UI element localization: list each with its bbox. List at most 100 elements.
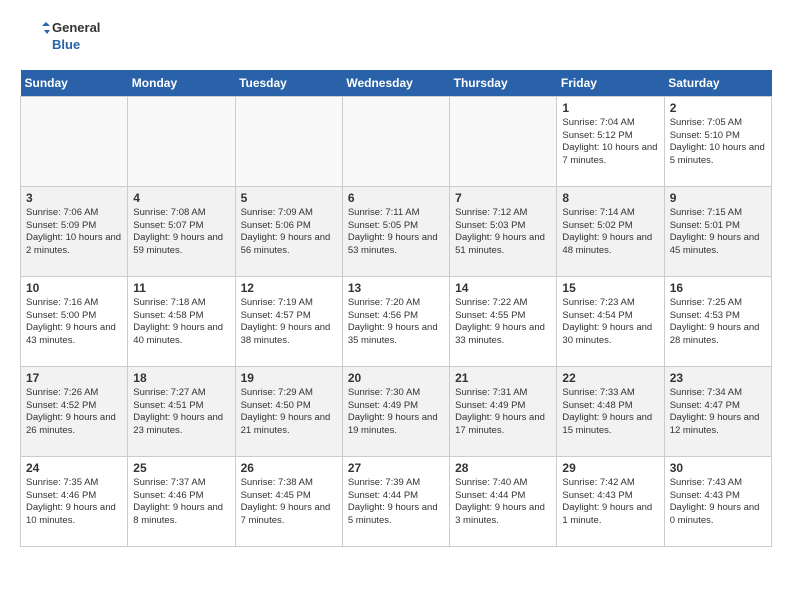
calendar-cell: 21 Sunrise: 7:31 AMSunset: 4:49 PMDaylig… — [450, 366, 557, 456]
day-number: 14 — [455, 281, 551, 295]
calendar-cell: 26 Sunrise: 7:38 AMSunset: 4:45 PMDaylig… — [235, 456, 342, 546]
calendar-cell: 16 Sunrise: 7:25 AMSunset: 4:53 PMDaylig… — [664, 276, 771, 366]
calendar-cell: 14 Sunrise: 7:22 AMSunset: 4:55 PMDaylig… — [450, 276, 557, 366]
cell-text: Sunrise: 7:14 AMSunset: 5:02 PMDaylight:… — [562, 207, 652, 256]
calendar-cell: 4 Sunrise: 7:08 AMSunset: 5:07 PMDayligh… — [128, 186, 235, 276]
cell-text: Sunrise: 7:31 AMSunset: 4:49 PMDaylight:… — [455, 387, 545, 436]
cell-text: Sunrise: 7:35 AMSunset: 4:46 PMDaylight:… — [26, 477, 116, 526]
cell-text: Sunrise: 7:37 AMSunset: 4:46 PMDaylight:… — [133, 477, 223, 526]
cell-text: Sunrise: 7:15 AMSunset: 5:01 PMDaylight:… — [670, 207, 760, 256]
day-number: 21 — [455, 371, 551, 385]
cell-text: Sunrise: 7:43 AMSunset: 4:43 PMDaylight:… — [670, 477, 760, 526]
cell-text: Sunrise: 7:04 AMSunset: 5:12 PMDaylight:… — [562, 117, 657, 166]
calendar-cell — [235, 96, 342, 186]
logo-bird-icon — [20, 22, 50, 52]
day-header-sunday: Sunday — [21, 70, 128, 97]
logo-line1: General — [52, 20, 100, 37]
cell-text: Sunrise: 7:42 AMSunset: 4:43 PMDaylight:… — [562, 477, 652, 526]
cell-text: Sunrise: 7:40 AMSunset: 4:44 PMDaylight:… — [455, 477, 545, 526]
calendar-week-row: 3 Sunrise: 7:06 AMSunset: 5:09 PMDayligh… — [21, 186, 772, 276]
calendar-cell: 24 Sunrise: 7:35 AMSunset: 4:46 PMDaylig… — [21, 456, 128, 546]
cell-text: Sunrise: 7:23 AMSunset: 4:54 PMDaylight:… — [562, 297, 652, 346]
cell-text: Sunrise: 7:06 AMSunset: 5:09 PMDaylight:… — [26, 207, 121, 256]
day-number: 18 — [133, 371, 229, 385]
cell-text: Sunrise: 7:33 AMSunset: 4:48 PMDaylight:… — [562, 387, 652, 436]
day-number: 5 — [241, 191, 337, 205]
day-number: 20 — [348, 371, 444, 385]
calendar-cell: 10 Sunrise: 7:16 AMSunset: 5:00 PMDaylig… — [21, 276, 128, 366]
day-header-thursday: Thursday — [450, 70, 557, 97]
day-number: 12 — [241, 281, 337, 295]
cell-text: Sunrise: 7:25 AMSunset: 4:53 PMDaylight:… — [670, 297, 760, 346]
day-number: 10 — [26, 281, 122, 295]
day-number: 3 — [26, 191, 122, 205]
calendar-cell — [342, 96, 449, 186]
calendar-cell: 18 Sunrise: 7:27 AMSunset: 4:51 PMDaylig… — [128, 366, 235, 456]
calendar-cell: 2 Sunrise: 7:05 AMSunset: 5:10 PMDayligh… — [664, 96, 771, 186]
calendar-table: SundayMondayTuesdayWednesdayThursdayFrid… — [20, 70, 772, 547]
day-number: 16 — [670, 281, 766, 295]
calendar-cell: 15 Sunrise: 7:23 AMSunset: 4:54 PMDaylig… — [557, 276, 664, 366]
day-number: 7 — [455, 191, 551, 205]
cell-text: Sunrise: 7:09 AMSunset: 5:06 PMDaylight:… — [241, 207, 331, 256]
calendar-cell: 11 Sunrise: 7:18 AMSunset: 4:58 PMDaylig… — [128, 276, 235, 366]
calendar-cell: 19 Sunrise: 7:29 AMSunset: 4:50 PMDaylig… — [235, 366, 342, 456]
day-number: 28 — [455, 461, 551, 475]
cell-text: Sunrise: 7:12 AMSunset: 5:03 PMDaylight:… — [455, 207, 545, 256]
day-number: 25 — [133, 461, 229, 475]
day-number: 17 — [26, 371, 122, 385]
day-header-saturday: Saturday — [664, 70, 771, 97]
calendar-cell: 23 Sunrise: 7:34 AMSunset: 4:47 PMDaylig… — [664, 366, 771, 456]
day-number: 2 — [670, 101, 766, 115]
logo-text: General Blue — [52, 20, 100, 54]
calendar-cell: 7 Sunrise: 7:12 AMSunset: 5:03 PMDayligh… — [450, 186, 557, 276]
calendar-week-row: 1 Sunrise: 7:04 AMSunset: 5:12 PMDayligh… — [21, 96, 772, 186]
day-number: 29 — [562, 461, 658, 475]
calendar-cell: 22 Sunrise: 7:33 AMSunset: 4:48 PMDaylig… — [557, 366, 664, 456]
day-number: 24 — [26, 461, 122, 475]
calendar-cell — [450, 96, 557, 186]
cell-text: Sunrise: 7:16 AMSunset: 5:00 PMDaylight:… — [26, 297, 116, 346]
cell-text: Sunrise: 7:20 AMSunset: 4:56 PMDaylight:… — [348, 297, 438, 346]
logo-line2: Blue — [52, 37, 100, 54]
calendar-cell: 25 Sunrise: 7:37 AMSunset: 4:46 PMDaylig… — [128, 456, 235, 546]
calendar-week-row: 24 Sunrise: 7:35 AMSunset: 4:46 PMDaylig… — [21, 456, 772, 546]
calendar-cell: 20 Sunrise: 7:30 AMSunset: 4:49 PMDaylig… — [342, 366, 449, 456]
cell-text: Sunrise: 7:27 AMSunset: 4:51 PMDaylight:… — [133, 387, 223, 436]
cell-text: Sunrise: 7:18 AMSunset: 4:58 PMDaylight:… — [133, 297, 223, 346]
calendar-cell: 8 Sunrise: 7:14 AMSunset: 5:02 PMDayligh… — [557, 186, 664, 276]
day-number: 26 — [241, 461, 337, 475]
page-header: General Blue — [20, 20, 772, 54]
day-number: 4 — [133, 191, 229, 205]
cell-text: Sunrise: 7:30 AMSunset: 4:49 PMDaylight:… — [348, 387, 438, 436]
cell-text: Sunrise: 7:08 AMSunset: 5:07 PMDaylight:… — [133, 207, 223, 256]
day-number: 8 — [562, 191, 658, 205]
calendar-header-row: SundayMondayTuesdayWednesdayThursdayFrid… — [21, 70, 772, 97]
calendar-cell: 29 Sunrise: 7:42 AMSunset: 4:43 PMDaylig… — [557, 456, 664, 546]
day-header-friday: Friday — [557, 70, 664, 97]
cell-text: Sunrise: 7:39 AMSunset: 4:44 PMDaylight:… — [348, 477, 438, 526]
cell-text: Sunrise: 7:11 AMSunset: 5:05 PMDaylight:… — [348, 207, 438, 256]
calendar-week-row: 17 Sunrise: 7:26 AMSunset: 4:52 PMDaylig… — [21, 366, 772, 456]
calendar-cell: 28 Sunrise: 7:40 AMSunset: 4:44 PMDaylig… — [450, 456, 557, 546]
calendar-cell — [21, 96, 128, 186]
day-number: 1 — [562, 101, 658, 115]
calendar-cell: 17 Sunrise: 7:26 AMSunset: 4:52 PMDaylig… — [21, 366, 128, 456]
day-header-wednesday: Wednesday — [342, 70, 449, 97]
day-header-monday: Monday — [128, 70, 235, 97]
calendar-cell: 5 Sunrise: 7:09 AMSunset: 5:06 PMDayligh… — [235, 186, 342, 276]
cell-text: Sunrise: 7:38 AMSunset: 4:45 PMDaylight:… — [241, 477, 331, 526]
day-number: 11 — [133, 281, 229, 295]
day-number: 23 — [670, 371, 766, 385]
logo-container: General Blue — [20, 20, 100, 54]
day-number: 15 — [562, 281, 658, 295]
calendar-cell: 12 Sunrise: 7:19 AMSunset: 4:57 PMDaylig… — [235, 276, 342, 366]
cell-text: Sunrise: 7:34 AMSunset: 4:47 PMDaylight:… — [670, 387, 760, 436]
calendar-cell: 9 Sunrise: 7:15 AMSunset: 5:01 PMDayligh… — [664, 186, 771, 276]
day-header-tuesday: Tuesday — [235, 70, 342, 97]
cell-text: Sunrise: 7:26 AMSunset: 4:52 PMDaylight:… — [26, 387, 116, 436]
day-number: 30 — [670, 461, 766, 475]
day-number: 9 — [670, 191, 766, 205]
logo: General Blue — [20, 20, 100, 54]
cell-text: Sunrise: 7:22 AMSunset: 4:55 PMDaylight:… — [455, 297, 545, 346]
